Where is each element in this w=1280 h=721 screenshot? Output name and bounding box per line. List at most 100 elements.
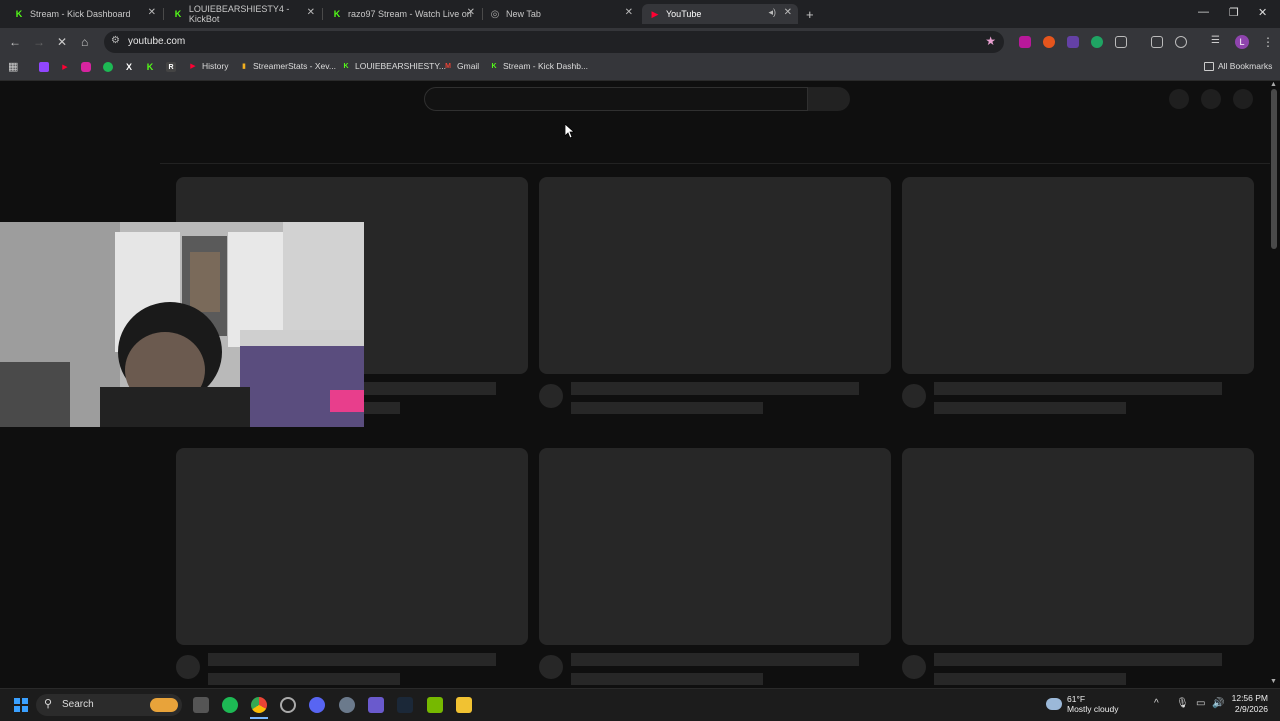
video-title-placeholder (934, 653, 1222, 666)
network-icon[interactable]: ▭ (1196, 698, 1205, 709)
openai-taskbar-icon[interactable] (280, 697, 296, 713)
media-controls-icon[interactable] (1175, 36, 1187, 48)
profile-avatar[interactable]: L (1235, 35, 1249, 49)
cast-icon[interactable] (1151, 36, 1163, 48)
chart-icon: ▮ (242, 63, 246, 70)
video-title-placeholder (208, 653, 496, 666)
cloud-weather-icon (1046, 698, 1062, 710)
channel-avatar-placeholder (176, 655, 200, 679)
close-tab-icon[interactable]: ✕ (625, 7, 633, 18)
menu-kebab-icon[interactable]: ⋮ (1262, 35, 1274, 49)
close-tab-icon[interactable]: ✕ (307, 7, 315, 18)
address-bar[interactable]: ⚙ youtube.com ★ (104, 31, 1004, 53)
video-thumbnail-placeholder[interactable] (902, 448, 1254, 645)
x-bookmark-icon[interactable]: X (124, 62, 134, 72)
video-title-placeholder (571, 653, 859, 666)
account-avatar-placeholder[interactable] (1233, 89, 1253, 109)
search-input[interactable] (424, 87, 808, 111)
close-tab-icon[interactable]: ✕ (784, 7, 792, 18)
close-tab-icon[interactable]: ✕ (467, 7, 475, 18)
game-taskbar-icon[interactable] (368, 697, 384, 713)
microphone-icon[interactable]: 🎙 (1176, 698, 1189, 709)
site-info-icon[interactable]: ⚙ (111, 35, 120, 46)
new-tab-button[interactable]: + (802, 4, 822, 24)
bookmarks-bar: ▦ ▶ X K R ▶ History ▮ StreamerStats - Xe… (0, 56, 1280, 81)
channel-avatar-placeholder (539, 655, 563, 679)
search-button[interactable] (808, 87, 850, 111)
extensions-puzzle-icon[interactable] (1115, 36, 1127, 48)
tab-label: Stream - Kick Dashboard (30, 9, 131, 19)
scroll-up-icon[interactable]: ▲ (1270, 81, 1277, 88)
spotify-taskbar-icon[interactable] (222, 697, 238, 713)
bookmark-kick-dashboard[interactable]: K Stream - Kick Dashb... (489, 61, 588, 71)
notifications-icon-placeholder[interactable] (1201, 89, 1221, 109)
youtube-icon: ▶ (190, 63, 196, 70)
weather-widget[interactable]: 61°F Mostly cloudy (1067, 694, 1119, 714)
browser-toolbar: ← → ✕ ⌂ ⚙ youtube.com ★ ☰ L ⋮ (0, 28, 1280, 56)
steam-taskbar-icon[interactable] (397, 697, 413, 713)
channel-avatar-placeholder (902, 655, 926, 679)
extension-shield-icon[interactable] (1019, 36, 1031, 48)
search-icon: ⚲ (44, 698, 53, 710)
tab-razo97-stream[interactable]: K razo97 Stream - Watch Live on ✕ (324, 4, 481, 24)
twitch-bookmark-icon[interactable] (39, 62, 49, 72)
twitch-extension-icon[interactable] (1067, 36, 1079, 48)
active-app-indicator (250, 717, 268, 719)
volume-icon[interactable]: 🔊 (1212, 698, 1224, 709)
forward-icon[interactable]: → (33, 35, 45, 49)
r-bookmark-icon[interactable]: R (166, 62, 176, 72)
webcam-overlay (0, 222, 364, 427)
video-thumbnail-placeholder[interactable] (902, 177, 1254, 374)
reading-list-icon[interactable]: ☰ (1211, 35, 1220, 46)
extension-green-icon[interactable] (1091, 36, 1103, 48)
task-view-icon[interactable] (193, 697, 209, 713)
file-explorer-taskbar-icon[interactable] (456, 697, 472, 713)
gmail-icon: M (445, 62, 451, 70)
spotify-bookmark-icon[interactable] (103, 62, 113, 72)
back-icon[interactable]: ← (9, 35, 21, 49)
settings-taskbar-icon[interactable] (339, 697, 355, 713)
restore-icon[interactable]: ❐ (1229, 6, 1239, 19)
extension-fire-icon[interactable] (1043, 36, 1055, 48)
folder-icon (1204, 61, 1214, 71)
nvidia-taskbar-icon[interactable] (427, 697, 443, 713)
apps-grid-icon[interactable]: ▦ (8, 60, 18, 73)
windows-start-icon[interactable] (14, 698, 28, 712)
video-thumbnail-placeholder[interactable] (176, 448, 528, 645)
divider (160, 163, 1270, 164)
chrome-taskbar-icon[interactable] (251, 697, 267, 713)
chevron-up-icon[interactable]: ^ (1154, 698, 1159, 709)
instagram-bookmark-icon[interactable] (81, 62, 91, 72)
tab-new-tab[interactable]: ◎ New Tab ✕ (482, 4, 639, 24)
kick-bookmark-icon[interactable]: K (145, 62, 155, 72)
tab-label: YouTube (666, 9, 702, 19)
tab-kick-dashboard[interactable]: K Stream - Kick Dashboard ✕ (6, 4, 162, 24)
youtube-bookmark-icon[interactable]: ▶ (60, 62, 70, 72)
close-window-icon[interactable]: ✕ (1258, 6, 1267, 19)
close-tab-icon[interactable]: ✕ (148, 7, 156, 18)
bookmark-star-icon[interactable]: ★ (985, 34, 996, 48)
video-thumbnail-placeholder[interactable] (539, 448, 891, 645)
scroll-down-icon[interactable]: ▼ (1270, 678, 1277, 685)
all-bookmarks-button[interactable]: All Bookmarks (1204, 61, 1272, 71)
tab-kickbot[interactable]: K LOUIEBEARSHIESTY4 - KickBot ✕ (165, 4, 321, 24)
kick-icon: K (491, 62, 497, 70)
channel-avatar-placeholder (902, 384, 926, 408)
stop-loading-icon[interactable]: ✕ (57, 35, 67, 49)
discord-taskbar-icon[interactable] (309, 697, 325, 713)
windows-taskbar: ⚲ Search 61°F Mostly cloudy ^ 🎙 ▭ 🔊 12:5… (0, 688, 1280, 721)
home-icon[interactable]: ⌂ (81, 35, 88, 49)
bookmark-gmail[interactable]: M Gmail (443, 61, 479, 71)
video-thumbnail-placeholder[interactable] (539, 177, 891, 374)
audio-playing-icon[interactable]: ◂) (768, 7, 776, 18)
bookmark-history[interactable]: ▶ History (188, 61, 228, 71)
create-icon-placeholder[interactable] (1169, 89, 1189, 109)
taskbar-clock[interactable]: 12:56 PM 2/9/2026 (1232, 693, 1268, 715)
page-scrollbar[interactable] (1271, 89, 1277, 249)
bookmark-streamerstats[interactable]: ▮ StreamerStats - Xev... (239, 61, 336, 71)
bookmark-louiebearshiesty[interactable]: K LOUIEBEARSHIESTY... (341, 61, 446, 71)
minimize-icon[interactable]: — (1198, 6, 1209, 18)
taskbar-search[interactable]: ⚲ Search (36, 694, 182, 716)
search-highlight-icon (150, 698, 178, 712)
tab-youtube[interactable]: ▶ YouTube ◂) ✕ (642, 4, 798, 24)
